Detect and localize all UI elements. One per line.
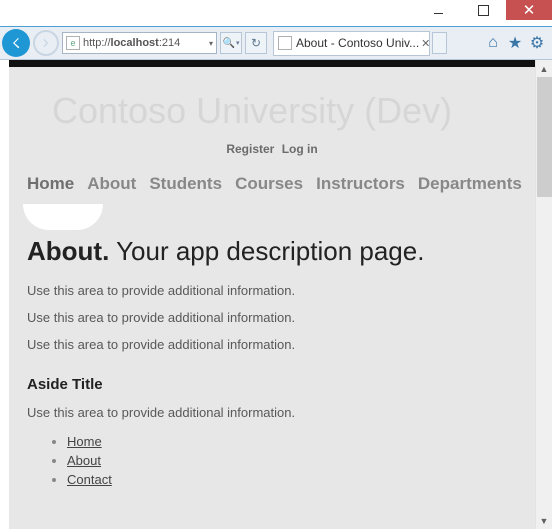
login-link[interactable]: Log in bbox=[282, 142, 318, 156]
aside-heading: Aside Title bbox=[27, 358, 517, 399]
browser-tab[interactable]: About - Contoso Univ... ✕ bbox=[273, 31, 430, 56]
window-maximize-button[interactable] bbox=[461, 0, 506, 20]
scroll-up-arrow-icon[interactable]: ▲ bbox=[536, 60, 552, 77]
scroll-down-arrow-icon[interactable]: ▼ bbox=[536, 512, 552, 529]
url-host: localhost bbox=[111, 37, 159, 49]
page-icon: e bbox=[66, 36, 80, 50]
list-item: Contact bbox=[67, 470, 517, 489]
window-minimize-button[interactable] bbox=[416, 0, 461, 20]
home-button[interactable]: ⌂ bbox=[482, 31, 504, 55]
window-close-button[interactable]: ✕ bbox=[506, 0, 552, 20]
link-home[interactable]: Home bbox=[67, 434, 102, 449]
nav-about[interactable]: About bbox=[87, 174, 136, 194]
heading-rest: Your app description page. bbox=[109, 236, 424, 266]
home-icon: ⌂ bbox=[488, 34, 498, 52]
tab-close-icon[interactable]: ✕ bbox=[419, 37, 430, 50]
page-heading: About. Your app description page. bbox=[27, 230, 517, 277]
top-black-bar bbox=[9, 60, 535, 67]
nav-instructors[interactable]: Instructors bbox=[316, 174, 405, 194]
arrow-right-icon bbox=[39, 36, 53, 50]
nav-departments[interactable]: Departments bbox=[418, 174, 522, 194]
decorative-shape bbox=[23, 204, 103, 230]
heading-bold: About. bbox=[27, 236, 109, 266]
forward-button bbox=[33, 30, 59, 56]
address-bar[interactable]: e http://localhost:214 ▾ bbox=[62, 32, 217, 54]
nav-courses[interactable]: Courses bbox=[235, 174, 303, 194]
main-nav: Home About Students Courses Instructors … bbox=[27, 168, 517, 208]
arrow-left-icon bbox=[7, 34, 25, 52]
site-title: Contoso University (Dev) bbox=[27, 67, 517, 142]
aside-link-list: Home About Contact bbox=[27, 426, 517, 489]
nav-students[interactable]: Students bbox=[149, 174, 222, 194]
refresh-button[interactable] bbox=[245, 32, 267, 54]
chevron-down-icon: ▾ bbox=[236, 39, 240, 47]
address-dropdown-icon[interactable]: ▾ bbox=[207, 39, 213, 48]
body-paragraph: Use this area to provide additional info… bbox=[27, 277, 517, 304]
scroll-thumb[interactable] bbox=[537, 77, 552, 197]
aside-paragraph: Use this area to provide additional info… bbox=[27, 399, 517, 426]
list-item: About bbox=[67, 451, 517, 470]
auth-links: Register Log in bbox=[27, 142, 517, 168]
window-titlebar: ✕ bbox=[0, 0, 552, 27]
favorites-button[interactable]: ★ bbox=[504, 31, 526, 55]
tab-title: About - Contoso Univ... bbox=[296, 36, 419, 50]
page-content: Contoso University (Dev) Register Log in… bbox=[9, 60, 535, 529]
gear-icon: ⚙ bbox=[530, 33, 544, 53]
link-contact[interactable]: Contact bbox=[67, 472, 112, 487]
browser-toolbar: e http://localhost:214 ▾ 🔍▾ About - Cont… bbox=[0, 27, 552, 60]
back-button[interactable] bbox=[2, 29, 30, 57]
page-icon bbox=[278, 36, 292, 50]
body-paragraph: Use this area to provide additional info… bbox=[27, 331, 517, 358]
search-button[interactable]: 🔍▾ bbox=[220, 32, 242, 54]
new-tab-button[interactable] bbox=[432, 32, 447, 54]
url-prefix: http:// bbox=[83, 37, 111, 49]
tools-button[interactable]: ⚙ bbox=[526, 31, 548, 55]
search-icon: 🔍 bbox=[223, 38, 235, 49]
body-paragraph: Use this area to provide additional info… bbox=[27, 304, 517, 331]
vertical-scrollbar[interactable]: ▲ ▼ bbox=[535, 60, 552, 529]
register-link[interactable]: Register bbox=[226, 142, 274, 156]
list-item: Home bbox=[67, 432, 517, 451]
browser-viewport: Contoso University (Dev) Register Log in… bbox=[0, 60, 552, 529]
star-icon: ★ bbox=[508, 33, 522, 53]
url-rest: :214 bbox=[159, 37, 180, 49]
link-about[interactable]: About bbox=[67, 453, 101, 468]
nav-home[interactable]: Home bbox=[27, 174, 74, 194]
